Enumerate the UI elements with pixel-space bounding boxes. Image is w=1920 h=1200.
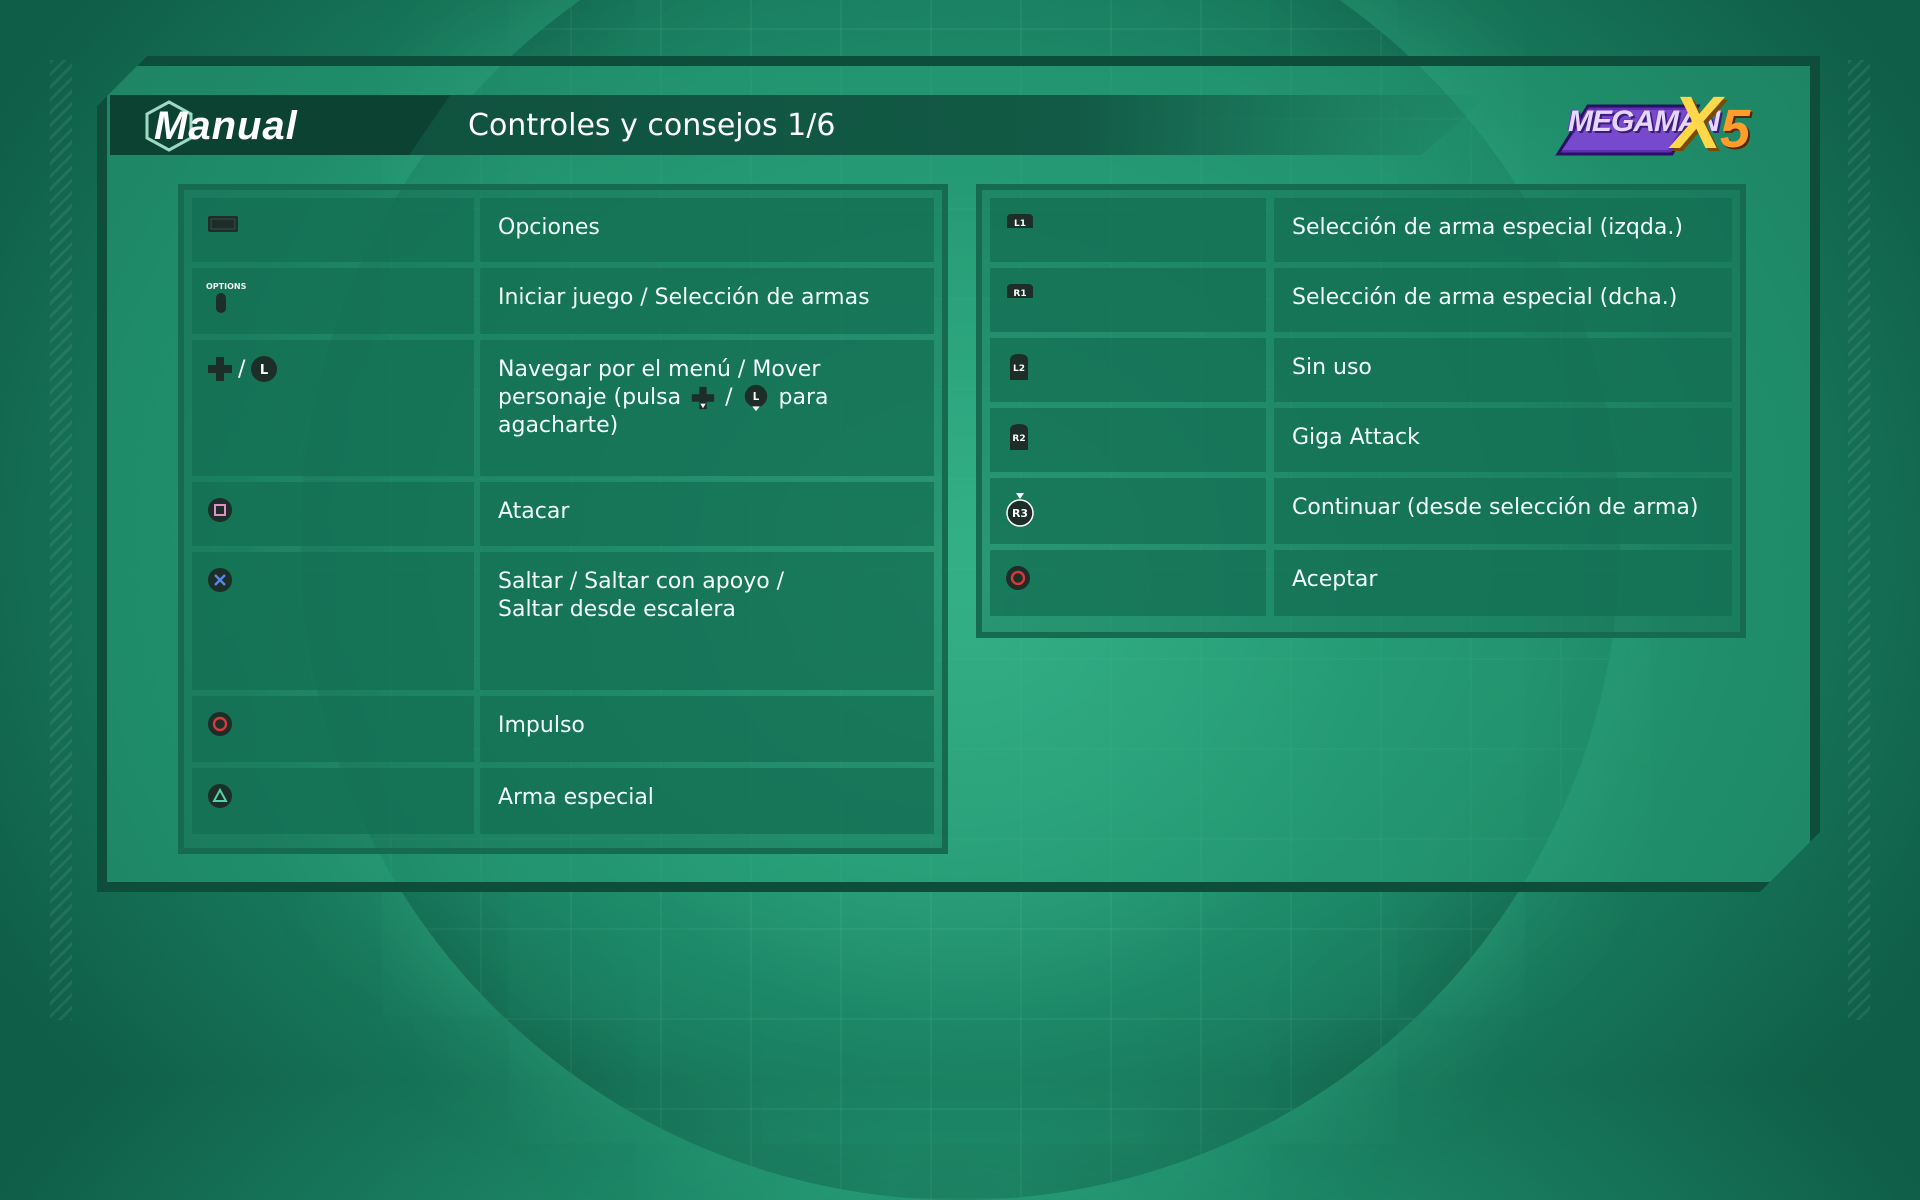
control-row: L2 Sin uso	[990, 338, 1732, 402]
triangle-button-icon	[208, 784, 232, 808]
control-row: Atacar	[192, 482, 934, 546]
r1-label: R1	[1013, 289, 1026, 299]
button-cell: L2	[990, 338, 1266, 402]
dpad-icon	[208, 357, 232, 381]
circle-button-icon	[1006, 566, 1030, 590]
button-cell: OPTIONS	[192, 268, 474, 334]
control-description: Continuar (desde selección de arma)	[1274, 478, 1732, 544]
controls-table-right: L1 Selección de arma especial (izqda.) R…	[976, 184, 1746, 638]
cross-button-icon	[208, 568, 232, 592]
left-stick-icon: L	[251, 356, 278, 382]
control-row: Opciones	[192, 198, 934, 262]
control-row: Impulso	[192, 696, 934, 762]
l2-button-icon: L2	[1010, 354, 1028, 380]
control-row: / L Navegar por el menú / Mover personaj…	[192, 340, 934, 476]
logo-5: 5	[1720, 99, 1751, 159]
r3-label: R3	[1012, 507, 1028, 520]
separator: /	[725, 385, 733, 410]
control-description: Selección de arma especial (izqda.)	[1274, 198, 1732, 262]
move-label-part1: Navegar por el menú / Mover personaje (p…	[498, 357, 821, 410]
control-description: Iniciar juego / Selección de armas	[480, 268, 934, 334]
left-stick-down-icon: L	[744, 384, 767, 412]
l2-label: L2	[1013, 364, 1025, 374]
left-stick-label: L	[260, 363, 268, 378]
control-description: Atacar	[480, 482, 934, 546]
control-description: Aceptar	[1274, 550, 1732, 616]
control-row: Arma especial	[192, 768, 934, 834]
dpad-left-stick-icon: / L	[206, 354, 279, 384]
touchpad-icon	[208, 216, 238, 232]
circle-button-icon	[208, 712, 232, 736]
control-row: R3 Continuar (desde selección de arma)	[990, 478, 1732, 544]
control-description: Selección de arma especial (dcha.)	[1274, 268, 1732, 332]
control-row: OPTIONS Iniciar juego / Selección de arm…	[192, 268, 934, 334]
options-icon-label: OPTIONS	[206, 282, 247, 291]
page-title: Controles y consejos 1/6	[468, 108, 836, 143]
control-description: Arma especial	[480, 768, 934, 834]
control-description: Giga Attack	[1274, 408, 1732, 472]
left-stick-down-label: L	[752, 391, 759, 403]
control-description: Opciones	[480, 198, 934, 262]
control-row: Saltar / Saltar con apoyo / Saltar desde…	[192, 552, 934, 690]
button-cell	[192, 552, 474, 690]
button-cell	[192, 768, 474, 834]
square-button-icon	[208, 498, 232, 522]
control-row: L1 Selección de arma especial (izqda.)	[990, 198, 1732, 262]
button-cell: R1	[990, 268, 1266, 332]
control-description: Saltar / Saltar con apoyo / Saltar desde…	[480, 552, 934, 690]
button-cell: L1	[990, 198, 1266, 262]
control-row: Aceptar	[990, 550, 1732, 616]
l1-button-icon: L1	[1007, 214, 1033, 229]
button-cell: R2	[990, 408, 1266, 472]
control-description: Impulso	[480, 696, 934, 762]
r2-label: R2	[1012, 434, 1025, 444]
control-description: Sin uso	[1274, 338, 1732, 402]
button-cell	[990, 550, 1266, 616]
button-cell: R3	[990, 478, 1266, 544]
dpad-down-icon	[691, 386, 715, 410]
controls-table-left: Opciones OPTIONS Iniciar juego / Selecci…	[178, 184, 948, 854]
button-cell: / L	[192, 340, 474, 476]
control-row: R2 Giga Attack	[990, 408, 1732, 472]
r1-button-icon: R1	[1007, 284, 1033, 299]
control-description: Navegar por el menú / Mover personaje (p…	[480, 340, 934, 476]
button-cell	[192, 482, 474, 546]
control-row: R1 Selección de arma especial (dcha.)	[990, 268, 1732, 332]
r3-button-icon: R3	[1006, 493, 1034, 527]
right-edge-decoration	[1848, 60, 1870, 1020]
left-edge-decoration	[50, 60, 72, 1020]
r2-button-icon: R2	[1010, 424, 1028, 450]
button-cell	[192, 198, 474, 262]
manual-title: Manual	[154, 104, 298, 148]
button-cell	[192, 696, 474, 762]
options-button-icon: OPTIONS	[206, 282, 246, 322]
l1-label: L1	[1014, 219, 1026, 229]
separator: /	[238, 356, 246, 382]
logo-x: X	[1672, 81, 1722, 164]
